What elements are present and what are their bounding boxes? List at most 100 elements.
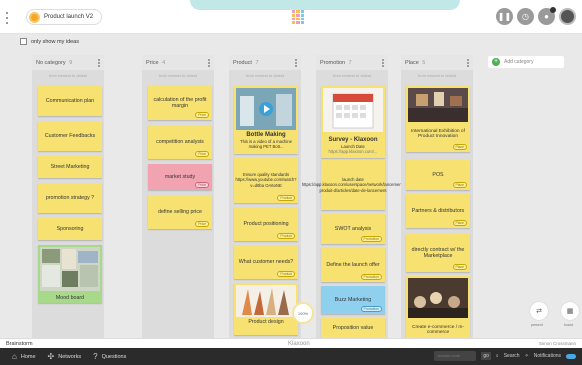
idea-card[interactable]: Buzz Marketing Promotion	[321, 286, 385, 314]
column-title: No category 9	[36, 59, 73, 66]
notifications-link[interactable]: Notifications	[534, 353, 561, 359]
only-my-ideas-filter[interactable]: only show my ideas	[20, 38, 79, 45]
board-selector[interactable]: Product launch V2	[26, 9, 102, 25]
idea-card-mood-board[interactable]: Mood board	[38, 245, 102, 303]
pause-icon[interactable]: ❚❚	[496, 8, 513, 25]
column-title: Product 7	[233, 59, 259, 66]
idea-card[interactable]: promotion strategy ?	[38, 183, 102, 213]
idea-card[interactable]: POS Place	[406, 160, 470, 190]
plus-icon: +	[492, 58, 500, 66]
decorative-banner	[190, 0, 460, 10]
idea-card[interactable]: Product positioning Product	[234, 207, 298, 241]
participants-icon[interactable]: ●	[538, 7, 556, 25]
category-tag: Promotion	[360, 305, 382, 312]
mood-board-image	[40, 247, 100, 291]
only-my-ideas-label: only show my ideas	[31, 38, 79, 45]
product-design-image	[236, 285, 296, 317]
column-sort: from newest to oldest	[332, 73, 372, 78]
go-button[interactable]: go	[481, 352, 491, 360]
category-tag: Product	[277, 194, 295, 201]
category-tag: Place	[452, 219, 467, 226]
column-sort: from newest to oldest	[245, 73, 285, 78]
column-sort: from newest to oldest	[417, 73, 457, 78]
idea-card[interactable]: Communication plan	[38, 86, 102, 116]
idea-card[interactable]: Customer Feedbacks	[38, 121, 102, 151]
klaxoon-logo-icon	[292, 10, 304, 24]
idea-card[interactable]: Define the launch offer Promotion	[321, 248, 385, 282]
category-tag: Place	[452, 263, 467, 270]
idea-card[interactable]: calculation of the profit margin Price	[148, 86, 212, 120]
column-menu-icon[interactable]	[98, 58, 100, 67]
notifications-icon[interactable]: ✧	[525, 353, 529, 359]
timer-icon[interactable]: ◷	[517, 8, 534, 25]
column-title: Promotion 7	[320, 59, 352, 66]
menu-icon[interactable]	[5, 12, 9, 24]
checkbox[interactable]	[20, 38, 27, 45]
question-icon: ?	[93, 352, 98, 361]
idea-card[interactable]: define selling price Price	[148, 195, 212, 229]
idea-card-video[interactable]: Bottle Making This is a video of a machi…	[234, 86, 298, 154]
idea-card[interactable]: directly contract w/ the Marketplace Plac…	[406, 234, 470, 272]
column-sort: from newest to oldest	[158, 73, 198, 78]
exhibition-image	[408, 88, 468, 122]
idea-card-survey[interactable]: Survey - Klaxoon Launch Date https://app…	[321, 86, 385, 158]
board-title: Product launch V2	[44, 14, 94, 20]
networks-icon: ✣	[47, 352, 55, 361]
nav-home[interactable]: ⌂ Home	[12, 352, 36, 361]
user-name: Simon Crossmann	[538, 341, 576, 346]
search-icon[interactable]: ⌕	[496, 353, 499, 359]
category-tag: Promotion	[360, 273, 382, 280]
board-view-icon[interactable]: ▦	[561, 302, 579, 320]
idea-card[interactable]: market study Price	[148, 164, 212, 190]
add-category-button[interactable]: + Add category	[488, 56, 564, 68]
search-link[interactable]: Search	[504, 353, 520, 359]
home-icon: ⌂	[12, 352, 17, 361]
status-strip: Brainstorm Klaxoon Simon Crossmann	[0, 338, 582, 348]
idea-card[interactable]: Ensure quality standards https://www.you…	[234, 157, 298, 203]
column-title: Place 5	[405, 59, 426, 66]
category-tag: Price	[195, 220, 209, 227]
board-view-label: board	[564, 323, 573, 327]
video-thumbnail	[236, 88, 296, 130]
column-sort: from newest to oldest	[48, 73, 88, 78]
board-icon	[29, 11, 40, 23]
activity-label: Brainstorm	[6, 340, 33, 347]
nav-networks[interactable]: ✣ Networks	[48, 352, 82, 361]
idea-card[interactable]: Street Marketing	[38, 156, 102, 178]
avatar[interactable]	[559, 8, 576, 25]
category-tag: Price	[195, 150, 209, 157]
category-tag: Product	[277, 270, 295, 277]
idea-card[interactable]: Sponsoring	[38, 218, 102, 240]
category-tag: Product	[277, 232, 295, 239]
notifications-toggle[interactable]	[566, 353, 576, 359]
column-menu-icon[interactable]	[467, 58, 469, 67]
idea-card-ecommerce[interactable]: Create e-commerce / m-commerce	[406, 276, 470, 338]
idea-card[interactable]: Partners & distributors Place	[406, 194, 470, 228]
category-tag: Promotion	[360, 235, 382, 242]
access-code-input[interactable]: Access code	[434, 351, 477, 361]
category-tag: Place	[452, 143, 467, 150]
category-tag: Price	[195, 111, 209, 118]
idea-card[interactable]: Proposition value	[321, 318, 385, 338]
brand-label: Klaxoon	[288, 340, 310, 347]
calendar-image	[323, 88, 383, 132]
column-menu-icon[interactable]	[295, 58, 297, 67]
idea-card-product-design[interactable]: Product design	[234, 283, 298, 335]
present-label: present	[531, 323, 543, 327]
nav-questions[interactable]: ? Questions	[93, 352, 126, 361]
category-tag: Place	[452, 181, 467, 188]
category-tag: Price	[195, 181, 209, 188]
ecommerce-image	[408, 278, 468, 318]
top-bar: Product launch V2 ❚❚ ◷ ●	[0, 0, 582, 34]
idea-card[interactable]: SWOT analysis Promotion	[321, 214, 385, 244]
column-title: Price 4	[146, 59, 166, 66]
idea-card-exhibition[interactable]: International Exhibition of Product Inno…	[406, 86, 470, 152]
column-menu-icon[interactable]	[382, 58, 384, 67]
idea-card[interactable]: competition analysis Price	[148, 125, 212, 159]
zoom-indicator[interactable]: 100%	[292, 302, 314, 324]
idea-card[interactable]: What customer needs? Product	[234, 245, 298, 279]
bottom-nav-bar: ⌂ Home ✣ Networks ? Questions Access code g…	[0, 348, 582, 365]
idea-card[interactable]: launch date https://app.klaxoon.com/user…	[302, 160, 404, 210]
column-menu-icon[interactable]	[208, 58, 210, 67]
present-icon[interactable]: ⇄	[530, 302, 548, 320]
